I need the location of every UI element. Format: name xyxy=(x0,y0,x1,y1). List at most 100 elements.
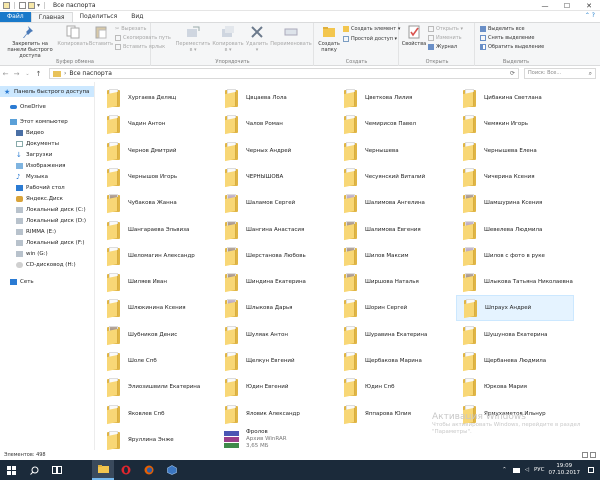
folder-item[interactable]: Шлыкова Дарья xyxy=(218,295,336,321)
folder-item[interactable]: Щербанева Людмила xyxy=(456,348,574,374)
nav-drive-e[interactable]: RIMMA (E:) xyxy=(0,226,94,237)
folder-item[interactable]: Чернышов Игорь xyxy=(100,164,218,190)
folder-item[interactable]: Шевелева Людмила xyxy=(456,217,574,243)
search-taskbar-button[interactable] xyxy=(23,460,45,480)
folder-item[interactable]: Юдин Евгений xyxy=(218,374,336,400)
volume-icon[interactable]: ◁ xyxy=(525,467,529,473)
tab-file[interactable]: Файл xyxy=(0,12,31,22)
minimize-button[interactable]: — xyxy=(534,0,556,11)
nav-yandex-disk[interactable]: Яндекс.Диск xyxy=(0,193,94,204)
folder-item[interactable]: Чалов Роман xyxy=(218,111,336,137)
nav-onedrive[interactable]: OneDrive xyxy=(0,101,94,112)
copy-to-button[interactable]: Копировать в ▾ xyxy=(212,25,244,53)
nav-desktop[interactable]: Рабочий стол xyxy=(0,182,94,193)
folder-item[interactable]: Чемякин Игорь xyxy=(456,111,574,137)
folder-item[interactable]: Шерстанова Любовь xyxy=(218,243,336,269)
refresh-icon[interactable]: ⟳ xyxy=(510,70,515,77)
large-icons-view-icon[interactable] xyxy=(590,452,596,458)
taskbar-firefox[interactable] xyxy=(138,460,160,480)
cut-button[interactable]: ✂ Вырезать xyxy=(115,26,146,32)
network-tray-icon[interactable] xyxy=(512,467,520,473)
folder-item[interactable]: Шоле Спб xyxy=(100,348,218,374)
folder-item[interactable]: Шубников Денис xyxy=(100,322,218,348)
taskbar-explorer[interactable] xyxy=(92,460,114,480)
nav-drive-f[interactable]: Локальный диск (F:) xyxy=(0,237,94,248)
folder-item[interactable]: Шангараева Эльвиза xyxy=(100,217,218,243)
tab-view[interactable]: Вид xyxy=(124,12,150,22)
folder-item[interactable]: Шаламов Сергей xyxy=(218,190,336,216)
folder-item[interactable]: Чубакова Жанна xyxy=(100,190,218,216)
language-indicator[interactable]: РУС xyxy=(534,467,545,473)
move-to-button[interactable]: Переместить в ▾ xyxy=(176,25,210,53)
nav-drive-g[interactable]: win (G:) xyxy=(0,248,94,259)
select-all-button[interactable]: Выделить все xyxy=(480,26,525,32)
delete-button[interactable]: Удалить ▾ xyxy=(246,25,268,53)
nav-drive-c[interactable]: Локальный диск (C:) xyxy=(0,204,94,215)
folder-item[interactable]: Щербакова Марина xyxy=(337,348,455,374)
nav-drive-d[interactable]: Локальный диск (D:) xyxy=(0,215,94,226)
folder-item[interactable]: Шуравина Екатерина xyxy=(337,322,455,348)
folder-item[interactable]: Шилов Максим xyxy=(337,243,455,269)
properties-button[interactable]: Свойства xyxy=(402,25,426,47)
folder-item[interactable]: Шлыкова Татьяна Николаевна xyxy=(456,269,574,295)
close-button[interactable]: ✕ xyxy=(578,0,600,11)
maximize-button[interactable]: ☐ xyxy=(556,0,578,11)
folder-item[interactable]: Ширшова Наталья xyxy=(337,269,455,295)
folder-item[interactable]: ЧЕРНЫШОВА xyxy=(218,164,336,190)
folder-item[interactable]: Цвцаева Лола xyxy=(218,85,336,111)
history-button[interactable]: Журнал xyxy=(428,44,457,50)
folder-item[interactable]: Яруллина Энже xyxy=(100,427,218,450)
folder-item[interactable]: Чернов Дмитрий xyxy=(100,138,218,164)
folder-item[interactable]: Чадин Антон xyxy=(100,111,218,137)
folder-item[interactable]: Шиндина Екатерина xyxy=(218,269,336,295)
folder-item[interactable]: Чемирисов Павел xyxy=(337,111,455,137)
folder-item[interactable]: Шпраух Андрей xyxy=(456,295,574,322)
edit-button[interactable]: Изменить xyxy=(428,35,462,41)
folder-item[interactable]: Щелкун Евгений xyxy=(218,348,336,374)
folder-item[interactable]: Шушунова Екатерина xyxy=(456,322,574,348)
nav-this-pc[interactable]: Этот компьютер xyxy=(0,116,94,127)
properties-qat-icon[interactable] xyxy=(19,1,26,9)
folder-item[interactable]: Шамшурина Ксения xyxy=(456,190,574,216)
folder-item[interactable]: Шуляак Антон xyxy=(218,322,336,348)
folder-item[interactable]: Чернышева Елена xyxy=(456,138,574,164)
address-input[interactable]: › Все паспорта ⟳ xyxy=(49,68,519,79)
new-folder-qat-icon[interactable] xyxy=(28,1,35,9)
folder-item[interactable]: Шангина Анастасия xyxy=(218,217,336,243)
help-icon[interactable]: ⌃ ? xyxy=(585,12,595,19)
folder-item[interactable]: Чичерина Ксения xyxy=(456,164,574,190)
paste-button[interactable]: Вставить xyxy=(88,25,114,47)
nav-documents[interactable]: Документы xyxy=(0,138,94,149)
folder-item[interactable]: Цветкова Лилия xyxy=(337,85,455,111)
clock[interactable]: 19:09 07.10.2017 xyxy=(549,463,581,477)
folder-item[interactable]: Черных Андрей xyxy=(218,138,336,164)
folder-item[interactable]: Шалимова Евгения xyxy=(337,217,455,243)
archive-item[interactable]: Фролов Архив WinRAR 3,65 МБ xyxy=(218,427,336,450)
nav-drive-h[interactable]: CD-дисковод (H:) xyxy=(0,259,94,270)
folder-item[interactable]: Шиляев Иван xyxy=(100,269,218,295)
nav-music[interactable]: ♪ Музыка xyxy=(0,171,94,182)
folder-item[interactable]: Шалимова Ангелина xyxy=(337,190,455,216)
nav-downloads[interactable]: ↓ Загрузки xyxy=(0,149,94,160)
details-view-icon[interactable] xyxy=(582,452,588,458)
qat-dropdown-icon[interactable]: ▾ xyxy=(37,2,40,9)
folder-item[interactable]: Яковлев Спб xyxy=(100,401,218,427)
new-item-button[interactable]: Создать элемент ▾ xyxy=(343,26,400,32)
folder-item[interactable]: Цибакина Светлана xyxy=(456,85,574,111)
folder-item[interactable]: Шеломагин Александр xyxy=(100,243,218,269)
folder-item[interactable]: Юдин Спб xyxy=(337,374,455,400)
open-button[interactable]: Открыть ▾ xyxy=(428,26,463,32)
nav-videos[interactable]: Видео xyxy=(0,127,94,138)
new-folder-button[interactable]: Создать папку xyxy=(317,25,341,53)
invert-selection-button[interactable]: Обратить выделение xyxy=(480,44,544,50)
start-button[interactable] xyxy=(0,460,22,480)
folder-item[interactable]: Яловик Александр xyxy=(218,401,336,427)
folder-item[interactable]: Хургаева Делящ xyxy=(100,85,218,111)
copy-button[interactable]: Копировать xyxy=(57,25,89,47)
taskbar-virtualbox[interactable] xyxy=(161,460,183,480)
folder-item[interactable]: Шлюкинина Ксения xyxy=(100,295,218,321)
notifications-icon[interactable] xyxy=(588,467,594,473)
pin-quick-access-button[interactable]: Закрепить на панели быстрого доступа xyxy=(2,25,58,59)
nav-pictures[interactable]: Изображения xyxy=(0,160,94,171)
recent-chevron-icon[interactable]: ⌄ xyxy=(22,71,33,77)
